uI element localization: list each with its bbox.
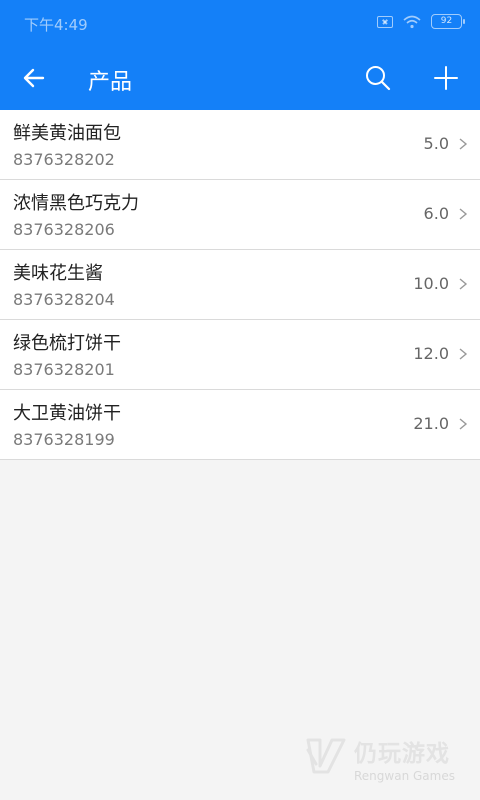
product-name: 美味花生酱 (13, 263, 103, 284)
chevron-right-icon (459, 418, 468, 430)
wifi-icon (403, 15, 421, 28)
app-bar: 产品 (0, 46, 480, 110)
status-time: 下午4:49 (24, 16, 88, 34)
product-code: 8376328202 (13, 150, 115, 169)
chevron-right-icon (459, 138, 468, 150)
chevron-right-icon (459, 348, 468, 360)
product-code: 8376328199 (13, 430, 115, 449)
product-code: 8376328204 (13, 290, 115, 309)
search-icon (366, 66, 391, 91)
plus-icon (434, 66, 458, 90)
watermark-en: Rengwan Games (354, 769, 455, 783)
product-price: 5.0 (423, 134, 449, 153)
rengwan-logo-icon (306, 738, 346, 774)
watermark-text: 仍玩游戏 Rengwan Games (354, 734, 455, 783)
search-button[interactable] (360, 60, 396, 96)
product-list: 鲜美黄油面包 8376328202 5.0 浓情黑色巧克力 8376328206… (0, 110, 480, 460)
product-price: 21.0 (413, 414, 449, 433)
product-name: 大卫黄油饼干 (13, 403, 121, 424)
list-item[interactable]: 美味花生酱 8376328204 10.0 (0, 250, 480, 320)
back-button[interactable] (16, 60, 52, 96)
product-price: 6.0 (423, 204, 449, 223)
list-item[interactable]: 浓情黑色巧克力 8376328206 6.0 (0, 180, 480, 250)
watermark: 仍玩游戏 Rengwan Games (304, 734, 464, 783)
list-item[interactable]: 绿色梳打饼干 8376328201 12.0 (0, 320, 480, 390)
product-price: 12.0 (413, 344, 449, 363)
arrow-left-icon (23, 68, 45, 88)
product-price: 10.0 (413, 274, 449, 293)
status-bar: 下午4:49 92 (0, 0, 480, 46)
no-sim-icon (377, 15, 393, 28)
page-title: 产品 (88, 70, 133, 95)
chevron-right-icon (459, 278, 468, 290)
chevron-right-icon (459, 208, 468, 220)
list-item[interactable]: 大卫黄油饼干 8376328199 21.0 (0, 390, 480, 460)
watermark-cn: 仍玩游戏 (354, 741, 450, 767)
status-icons: 92 (377, 14, 465, 29)
product-code: 8376328206 (13, 220, 115, 239)
add-button[interactable] (428, 60, 464, 96)
product-name: 鲜美黄油面包 (13, 123, 121, 144)
battery-icon: 92 (431, 14, 465, 29)
product-name: 浓情黑色巧克力 (13, 193, 139, 214)
product-name: 绿色梳打饼干 (13, 333, 121, 354)
list-item[interactable]: 鲜美黄油面包 8376328202 5.0 (0, 110, 480, 180)
product-code: 8376328201 (13, 360, 115, 379)
